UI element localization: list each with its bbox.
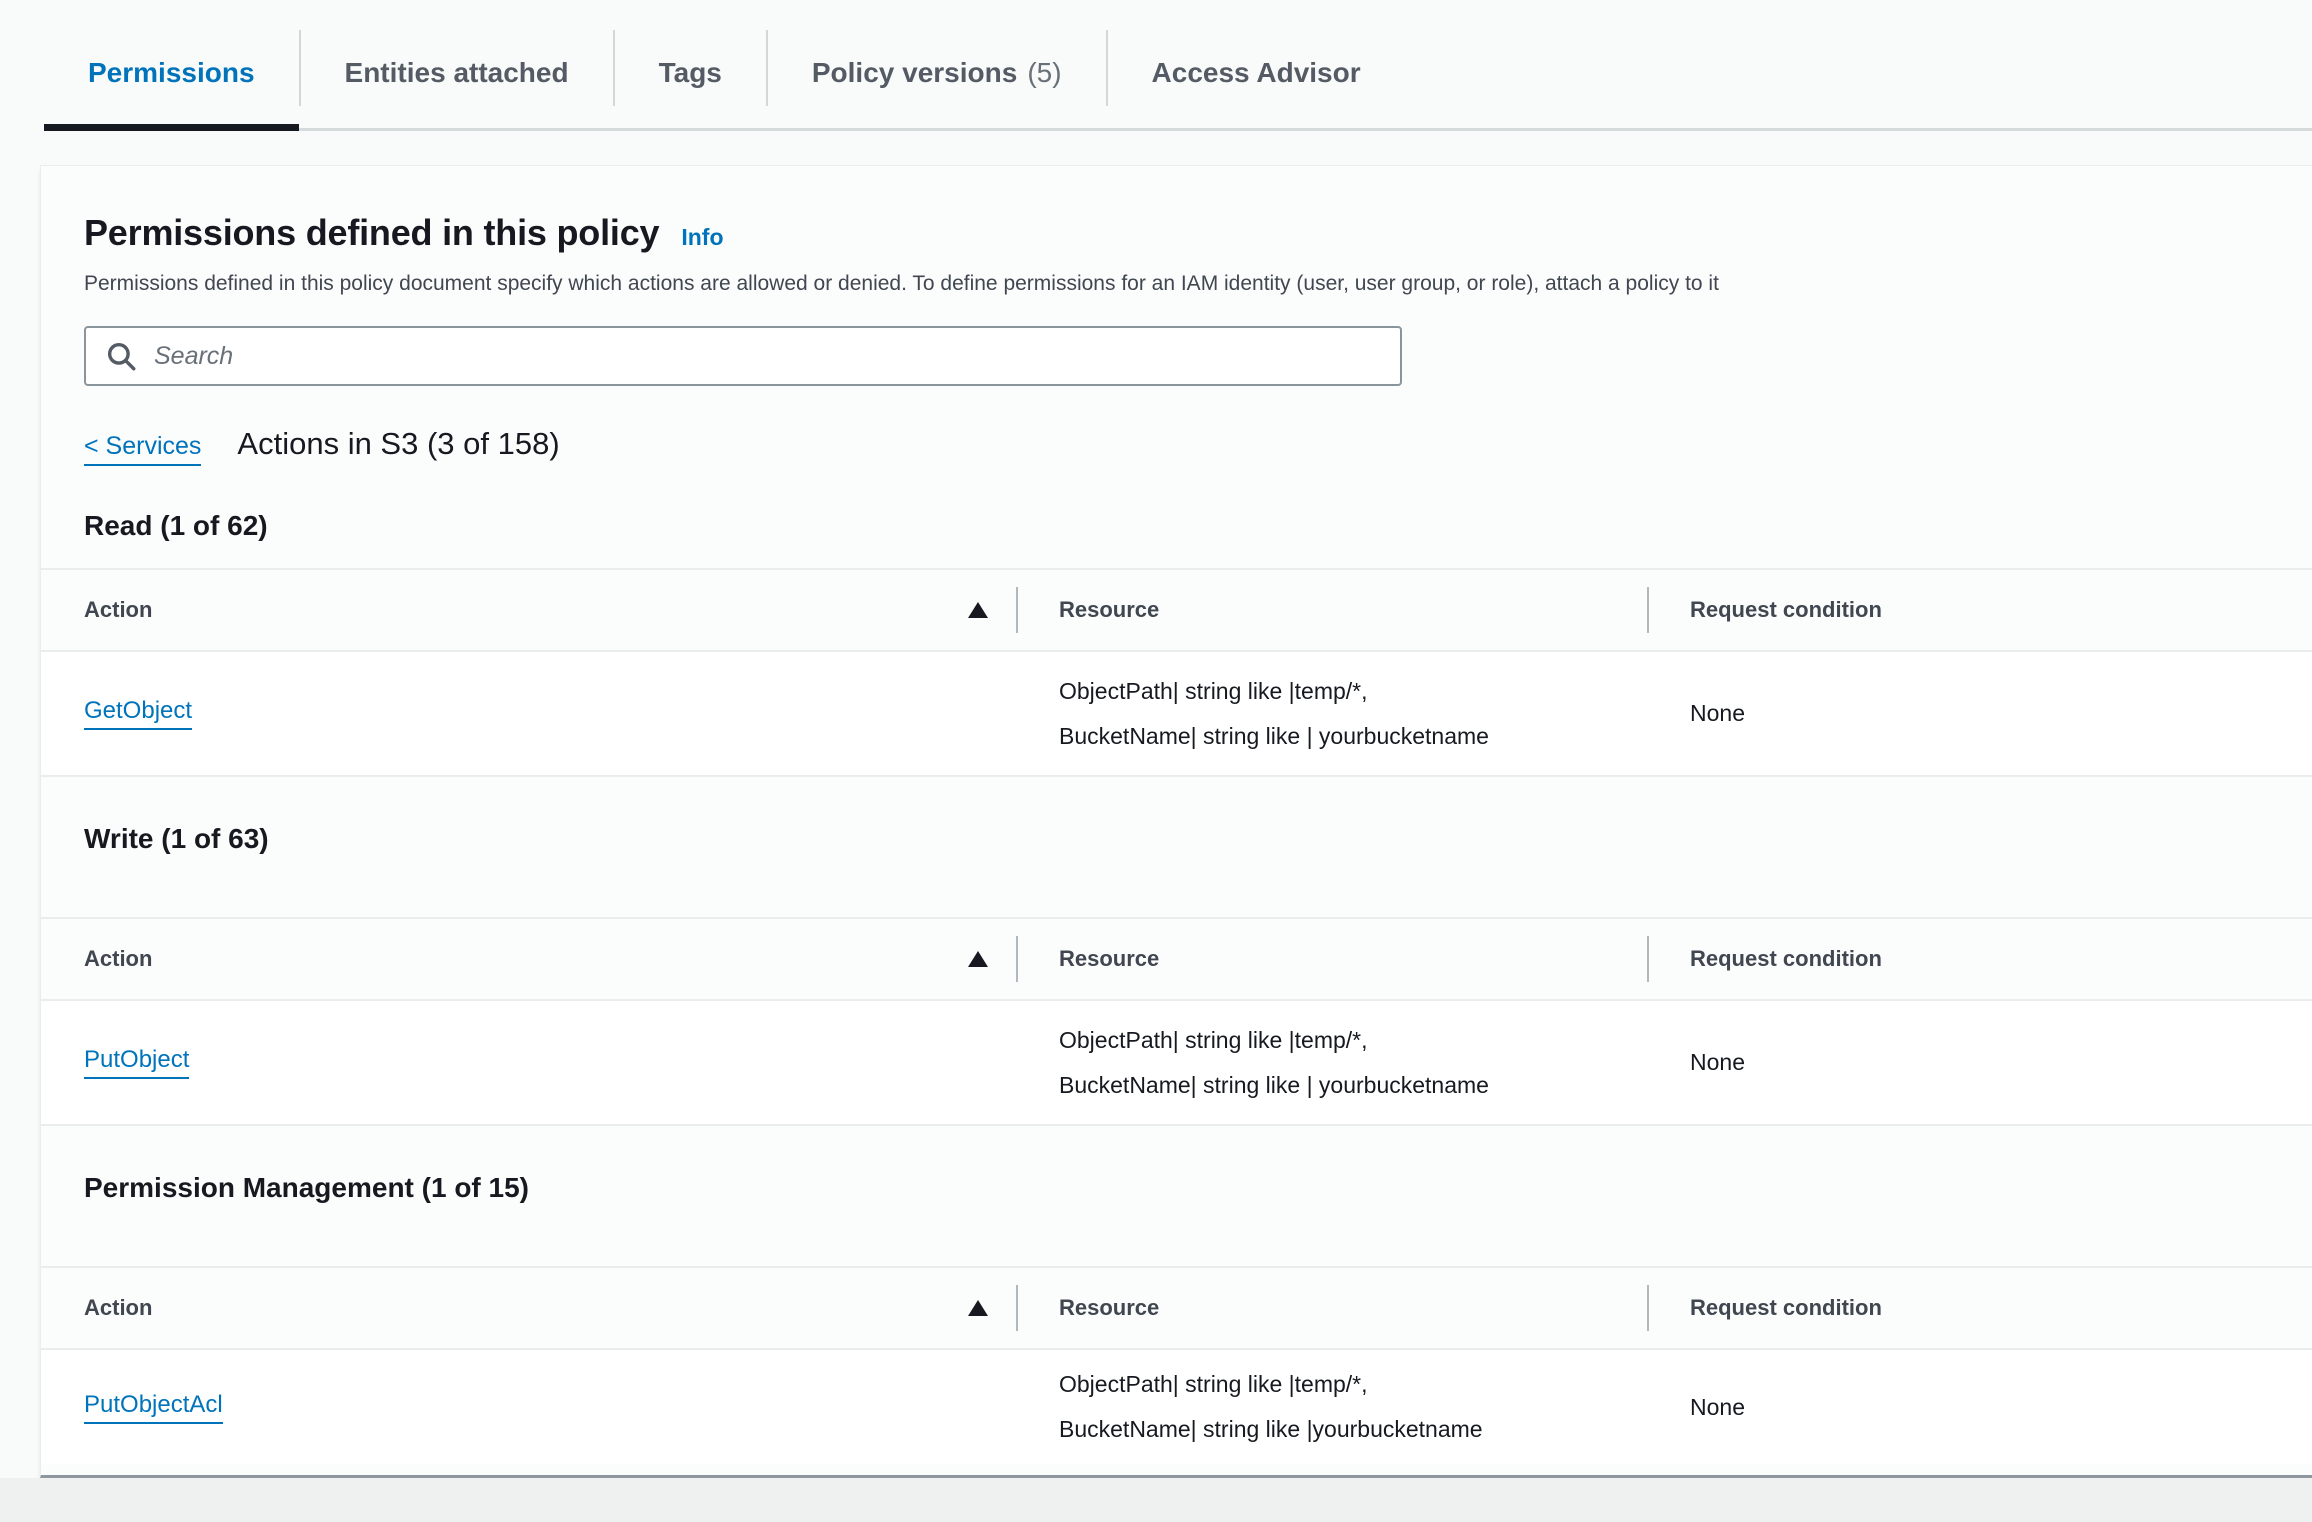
tab-policy-versions[interactable]: Policy versions (5) (768, 14, 1106, 131)
tab-tags[interactable]: Tags (615, 14, 766, 131)
info-link[interactable]: Info (681, 224, 723, 251)
tab-label: Entities attached (345, 57, 569, 89)
tab-label: Tags (659, 57, 722, 89)
resource-line: ObjectPath| string like |temp/*, (1059, 1018, 1647, 1063)
action-link-putobjectacl[interactable]: PutObjectAcl (84, 1391, 223, 1424)
sort-ascending-icon[interactable] (968, 951, 988, 967)
search-input[interactable] (154, 342, 1382, 371)
tab-permissions[interactable]: Permissions (44, 14, 299, 131)
tab-bar: Permissions Entities attached Tags Polic… (0, 0, 2312, 131)
actions-in-service-heading: Actions in S3 (3 of 158) (237, 426, 559, 462)
section-heading-read: Read (1 of 62) (41, 510, 2312, 542)
action-link-getobject[interactable]: GetObject (84, 697, 192, 730)
request-condition-value: None (1649, 1049, 2269, 1076)
tab-entities-attached[interactable]: Entities attached (301, 14, 613, 131)
column-header-resource: Resource (1018, 946, 1647, 972)
resource-line: BucketName| string like |yourbucketname (1059, 1407, 1647, 1452)
sort-ascending-icon[interactable] (968, 602, 988, 618)
tab-label: Permissions (88, 57, 255, 89)
section-heading-write: Write (1 of 63) (41, 823, 2312, 855)
table-header: Action Resource Request condition (41, 917, 2312, 1001)
column-header-resource: Resource (1018, 597, 1647, 623)
panel-description: Permissions defined in this policy docum… (41, 272, 2312, 296)
column-header-request-condition: Request condition (1649, 597, 2269, 623)
column-header-action: Action (84, 1295, 152, 1321)
column-header-resource: Resource (1018, 1295, 1647, 1321)
resource-line: ObjectPath| string like |temp/*, (1059, 669, 1647, 714)
sort-ascending-icon[interactable] (968, 1300, 988, 1316)
resource-line: ObjectPath| string like |temp/*, (1059, 1362, 1647, 1407)
tab-label: Policy versions (812, 57, 1017, 89)
back-to-services-link[interactable]: < Services (84, 432, 201, 466)
request-condition-value: None (1649, 1394, 2269, 1421)
table-row: PutObject ObjectPath| string like |temp/… (41, 1001, 2312, 1126)
table-row: GetObject ObjectPath| string like |temp/… (41, 652, 2312, 777)
permissions-panel: Permissions defined in this policy Info … (40, 165, 2312, 1478)
tab-label: Access Advisor (1152, 57, 1361, 89)
table-row: PutObjectAcl ObjectPath| string like |te… (41, 1350, 2312, 1464)
tab-count-badge: (5) (1027, 57, 1061, 89)
action-link-putobject[interactable]: PutObject (84, 1046, 189, 1079)
request-condition-value: None (1649, 700, 2269, 727)
resource-line: BucketName| string like | yourbucketname (1059, 714, 1647, 759)
page-title: Permissions defined in this policy (84, 212, 659, 254)
table-header: Action Resource Request condition (41, 568, 2312, 652)
column-header-request-condition: Request condition (1649, 946, 2269, 972)
search-box[interactable] (84, 326, 1402, 386)
tab-access-advisor[interactable]: Access Advisor (1108, 14, 1405, 131)
column-header-request-condition: Request condition (1649, 1295, 2269, 1321)
column-header-action: Action (84, 597, 152, 623)
search-icon (104, 339, 138, 373)
resource-line: BucketName| string like | yourbucketname (1059, 1063, 1647, 1108)
section-heading-permission-management: Permission Management (1 of 15) (41, 1172, 2312, 1204)
page-background-strip (0, 1478, 2312, 1522)
column-header-action: Action (84, 946, 152, 972)
table-header: Action Resource Request condition (41, 1266, 2312, 1350)
